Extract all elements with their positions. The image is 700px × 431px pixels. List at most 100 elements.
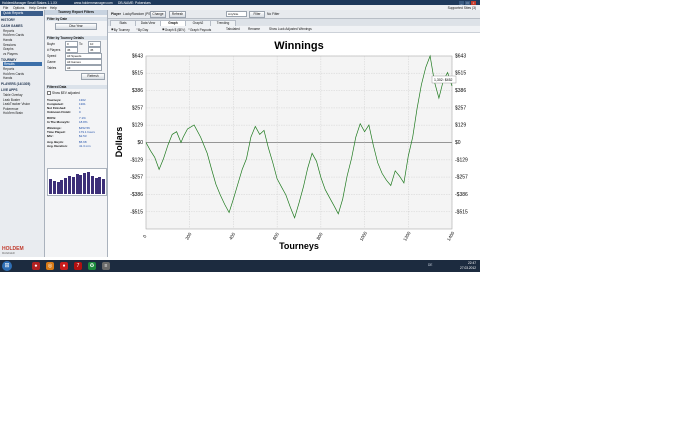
chart-title: Winnings (274, 40, 323, 52)
nav-item-18[interactable]: Pokerenue (3, 107, 18, 111)
window-db: DB-NAME: Pokerstars (118, 0, 151, 5)
opt-by-tourney-label: By Tourney (113, 28, 130, 32)
finish-distribution-chart (47, 168, 107, 196)
maximize-button[interactable]: □ (465, 0, 470, 5)
opt-by-day[interactable]: ○ By Day (136, 27, 148, 32)
finish-bar (98, 177, 102, 194)
y-tick-label-right: $515 (455, 71, 466, 77)
taskbar-app-icon[interactable]: 7 (74, 262, 82, 270)
date-filter-button[interactable]: Disc Year (55, 23, 97, 30)
nav-item-12[interactable]: Hands (3, 76, 12, 80)
taskbar-app-icon[interactable]: ◎ (46, 262, 54, 270)
tooltip-text: 1,302: $452 (434, 78, 453, 82)
left-navigation: Quick Reports HISTORY CASH GAMES Reports Ho… (0, 10, 45, 257)
taskbar-clock[interactable]: 22:47 27.03.2012 (460, 261, 476, 270)
menu-help[interactable]: Help (50, 6, 57, 10)
opt-show-luck-adjusted[interactable]: Show Luck Adjusted Winnings (269, 27, 312, 31)
start-button[interactable]: ⊞ (2, 261, 12, 271)
filter-button[interactable]: Filter (249, 11, 265, 18)
refresh-player-button[interactable]: Refresh (169, 11, 186, 18)
taskbar-app-icon[interactable]: ≡ (102, 262, 110, 270)
refresh-filters-button[interactable]: Refresh (81, 73, 105, 80)
taskbar-app-icon[interactable]: ● (60, 262, 68, 270)
window-site: www.holdemmanager.com (74, 0, 113, 5)
change-player-button[interactable]: Change (150, 11, 166, 18)
nav-item-19[interactable]: Hold'em Brain (3, 111, 23, 115)
finish-bar (49, 179, 52, 194)
supported-sites-link[interactable]: Supported Sites (3) (448, 6, 476, 10)
checkbox-box[interactable] (47, 91, 51, 96)
stat-value-5: 18.8% (79, 120, 88, 124)
player-name: LuckyRandom (PS) (123, 12, 152, 16)
finish-bar (60, 180, 64, 194)
finish-bar (71, 177, 75, 194)
nav-item-4[interactable]: Hands (3, 38, 12, 42)
y-tick-label-right: $257 (455, 105, 466, 111)
opt-by-tourney[interactable]: ◉ By Tourney (111, 27, 130, 32)
nav-group-0[interactable]: HISTORY (1, 18, 15, 22)
minimize-button[interactable]: _ (459, 0, 464, 5)
opt-graph-payouts[interactable]: ○ Graph Payouts (188, 27, 211, 32)
menu-options[interactable]: Options (13, 6, 24, 10)
players-label: # Players (47, 48, 61, 52)
no-filter-label: No Filter (267, 12, 280, 16)
y-tick-label-right: -$386 (455, 192, 468, 198)
finish-bar (75, 174, 79, 194)
nav-item-11[interactable]: Hold'em Cards (3, 72, 24, 76)
taskbar: ⊞ ♠ ◎ ● 7 ✪ ≡ DE 22:47 27.03.2012 (0, 260, 480, 272)
x-tick-label: 1000 (359, 230, 369, 242)
menu-help-centre[interactable]: Help Centre (29, 6, 47, 10)
opt-graph-payouts-label: Graph Payouts (189, 28, 212, 32)
view-tabs: Stats Data View Graph Graph2 Trending (108, 19, 480, 26)
x-axis-label: Tourneys (279, 241, 319, 251)
logo-subtext: MANAGER (2, 252, 15, 255)
site-select[interactable]: AnySite (226, 11, 247, 17)
taskbar-app-icon[interactable]: ✪ (88, 262, 96, 270)
tray-language[interactable]: DE (428, 263, 432, 267)
finish-bar (83, 173, 87, 194)
nav-group-13[interactable]: PLAYERS (14/1305) (1, 82, 30, 86)
tables-select[interactable]: All (65, 65, 102, 71)
chart-tooltip: 1,302: $452 (431, 75, 457, 84)
y-tick-label-right: $0 (455, 140, 461, 146)
nav-item-3[interactable]: Hold'em Cards (3, 33, 24, 37)
nav-item-5[interactable]: Sessions (3, 43, 16, 47)
opt-graph-ev-label: Graph $ ($EV) (164, 28, 186, 32)
y-tick-label: $386 (132, 88, 143, 94)
holdem-manager-logo: HOLDEM MANAGER (2, 246, 24, 255)
nav-header[interactable]: Quick Reports (1, 11, 43, 16)
x-tick-label: 1200 (402, 230, 412, 242)
y-tick-label-right: $129 (455, 123, 466, 129)
nav-item-7[interactable]: vs Players (3, 52, 18, 56)
nav-item-2[interactable]: Reports (3, 29, 14, 33)
window-title: HoldemManager Small Stakes 1.1.XX (2, 0, 58, 5)
nav-item-9[interactable]: Results (3, 62, 42, 67)
y-tick-label: $0 (137, 140, 143, 146)
nav-item-16[interactable]: Leak Buster (3, 98, 20, 102)
winnings-chart-area: $643 $643 $515 $515 $386 $386 $257 $257 $129 $129… (108, 33, 480, 257)
finish-bar (56, 182, 60, 194)
nav-group-14[interactable]: LIVE APPS (1, 88, 18, 92)
close-button[interactable]: × (471, 0, 476, 5)
opt-graph-ev[interactable]: ◉ Graph $ ($EV) (162, 27, 185, 32)
show-ev-adjusted-checkbox[interactable]: Show $EV adjusted (47, 91, 80, 96)
nav-group-8[interactable]: TOURNEY (1, 58, 17, 62)
y-tick-label: $515 (132, 71, 143, 77)
y-tick-label: $257 (132, 105, 143, 111)
x-tick-label: 200 (184, 231, 192, 240)
nav-item-17[interactable]: LeakTracker Vision (3, 102, 30, 106)
nav-group-1[interactable]: CASH GAMES (1, 24, 23, 28)
winnings-chart: $643 $643 $515 $515 $386 $386 $257 $257 $129 $129… (114, 40, 468, 251)
finish-bar (94, 178, 98, 194)
menu-file[interactable]: File (3, 6, 8, 10)
graph-options-bar: ◉ By Tourney ○ By Day ◉ Graph $ ($EV) ○ … (108, 26, 480, 33)
filter-panel-title: Tourney Report Filters (45, 10, 107, 15)
nav-item-10[interactable]: Reports (3, 67, 14, 71)
opt-tabulated[interactable]: Tabulated (226, 27, 240, 31)
opt-rename[interactable]: Rename (248, 27, 260, 31)
y-tick-label: -$515 (130, 209, 143, 215)
nav-item-15[interactable]: Table Overlay (3, 93, 23, 97)
taskbar-app-icon[interactable]: ♠ (32, 262, 40, 270)
y-tick-label: -$386 (130, 192, 143, 198)
nav-item-6[interactable]: Graphs (3, 47, 13, 51)
